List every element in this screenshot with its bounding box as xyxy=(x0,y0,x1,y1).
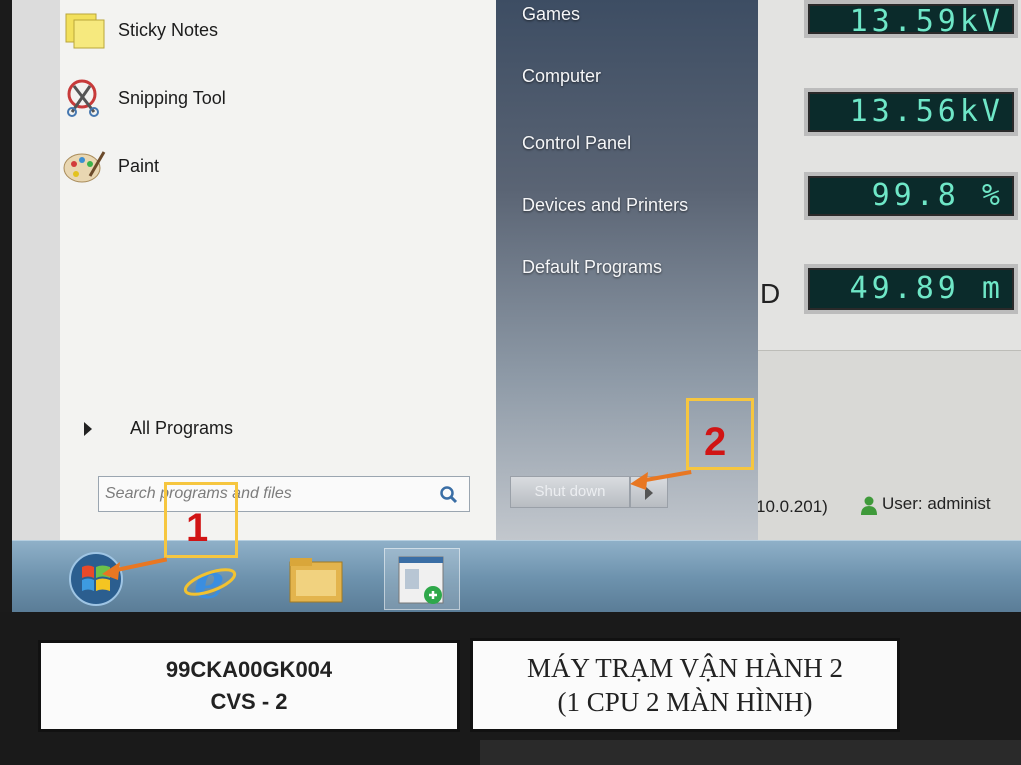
search-icon[interactable] xyxy=(439,485,459,505)
readout-voltage-2: 13.56kV xyxy=(804,88,1018,136)
menu-item-control-panel[interactable]: Control Panel xyxy=(522,133,631,154)
status-user: User: administ xyxy=(860,494,991,515)
readout-voltage-1: 13.59kV xyxy=(804,0,1018,39)
monitor-stand xyxy=(480,740,1021,765)
status-user-text: User: administ xyxy=(882,494,991,513)
station-line-1: MÁY TRẠM VẬN HÀNH 2 xyxy=(526,653,844,683)
expand-arrow-icon xyxy=(84,421,92,436)
start-menu-left-pane: Sticky Notes Snipping Tool Paint All Pro… xyxy=(60,0,497,540)
tag-name: CVS - 2 xyxy=(210,689,288,714)
menu-item-devices-printers[interactable]: Devices and Printers xyxy=(522,195,688,216)
readout-level: 49.89 m xyxy=(804,264,1018,314)
annotation-number-1: 1 xyxy=(186,506,209,550)
station-line-2: (1 CPU 2 MÀN HÌNH) xyxy=(557,687,813,717)
arrow-head-1-icon xyxy=(102,562,120,580)
annotation-number-2: 2 xyxy=(704,420,727,464)
palette-icon xyxy=(63,151,106,183)
folder-icon xyxy=(289,558,343,603)
svg-text:e: e xyxy=(194,554,225,610)
shutdown-button[interactable]: Shut down xyxy=(510,476,630,508)
equipment-tag-label: 99CKA00GK004 CVS - 2 xyxy=(38,640,460,732)
station-label: MÁY TRẠM VẬN HÀNH 2 (1 CPU 2 MÀN HÌNH) xyxy=(470,638,900,732)
scissors-icon xyxy=(67,79,99,117)
readout-label-fragment: D xyxy=(760,278,781,309)
user-icon xyxy=(861,496,877,515)
application-icon xyxy=(398,556,444,604)
menu-item-default-programs[interactable]: Default Programs xyxy=(522,257,662,278)
all-programs-label: All Programs xyxy=(130,418,234,438)
tag-code: 99CKA00GK004 xyxy=(165,657,333,682)
program-snipping-tool[interactable]: Snipping Tool xyxy=(60,78,226,118)
program-label: Paint xyxy=(118,155,160,176)
taskbar-explorer[interactable] xyxy=(278,548,354,610)
program-label: Snipping Tool xyxy=(118,87,226,108)
program-paint[interactable]: Paint xyxy=(60,146,159,186)
search-input[interactable]: Search programs and files xyxy=(98,476,470,512)
sticky-notes-icon xyxy=(65,13,105,49)
arrow-head-2-icon xyxy=(630,472,648,490)
status-ip: 10.0.201) xyxy=(756,497,828,516)
program-label: Sticky Notes xyxy=(118,19,219,40)
taskbar-application[interactable] xyxy=(384,548,460,610)
menu-item-computer[interactable]: Computer xyxy=(522,66,601,87)
program-sticky-notes[interactable]: Sticky Notes xyxy=(60,10,218,50)
menu-item-games[interactable]: Games xyxy=(522,4,580,25)
all-programs-item[interactable]: All Programs xyxy=(84,418,233,439)
readout-percent: 99.8 % xyxy=(804,172,1018,220)
